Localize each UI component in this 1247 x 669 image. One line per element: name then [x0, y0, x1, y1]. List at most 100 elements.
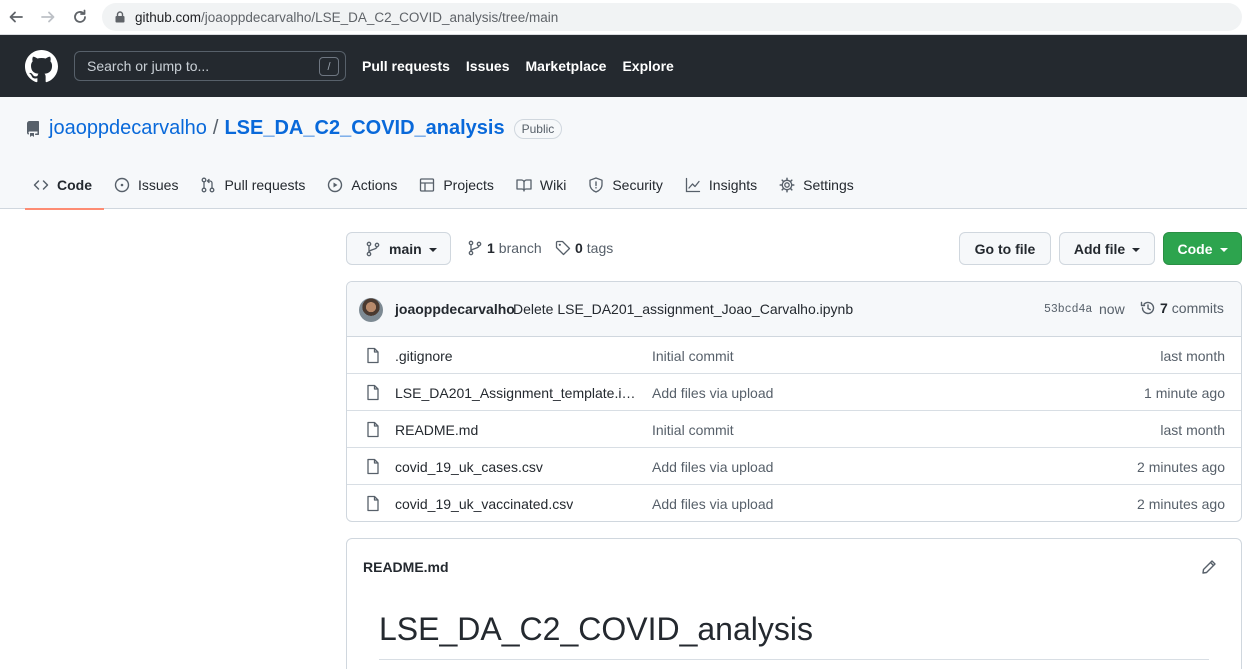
url-host: github.com: [135, 9, 202, 25]
file-age: 2 minutes ago: [1137, 496, 1225, 512]
tab-settings-label: Settings: [803, 177, 854, 193]
search-input[interactable]: [87, 58, 307, 74]
play-icon: [328, 177, 343, 193]
file-name-link[interactable]: covid_19_uk_cases.csv: [395, 459, 543, 475]
branches-link[interactable]: 1 branch: [467, 240, 542, 256]
code-icon: [33, 180, 49, 190]
file-name-link[interactable]: .gitignore: [395, 348, 453, 364]
repo-name-link[interactable]: LSE_DA_C2_COVID_analysis: [224, 117, 504, 140]
url-path: /joaoppdecarvalho/LSE_DA_C2_COVID_analys…: [201, 9, 559, 25]
code-button[interactable]: Code: [1163, 232, 1242, 265]
file-icon: [367, 495, 379, 512]
file-navigation: main 1 branch 0 tags Go to file Add file…: [346, 232, 1242, 266]
pull-request-icon: [202, 177, 215, 193]
global-search[interactable]: /: [74, 51, 346, 81]
table-row: README.md Initial commit last month: [347, 411, 1241, 448]
tab-projects-label: Projects: [443, 177, 494, 193]
table-row: covid_19_uk_cases.csv Add files via uplo…: [347, 448, 1241, 485]
branch-select-button[interactable]: main: [346, 232, 451, 265]
tab-settings[interactable]: Settings: [771, 167, 866, 209]
reload-icon[interactable]: [68, 5, 92, 29]
repo-path-separator: /: [212, 117, 219, 139]
chevron-down-icon: [1219, 247, 1228, 252]
tab-insights[interactable]: Insights: [677, 167, 769, 209]
nav-marketplace[interactable]: Marketplace: [526, 58, 607, 74]
add-file-button[interactable]: Add file: [1059, 232, 1155, 265]
file-icon: [367, 458, 379, 475]
global-nav: Pull requests Issues Marketplace Explore: [362, 35, 674, 97]
file-age: 2 minutes ago: [1137, 459, 1225, 475]
lock-icon: [115, 11, 125, 23]
file-age: last month: [1160, 348, 1225, 364]
gear-icon: [779, 177, 795, 193]
tab-code[interactable]: Code: [25, 167, 104, 210]
tab-pull-requests[interactable]: Pull requests: [192, 167, 317, 209]
browser-toolbar: github.com/joaoppdecarvalho/LSE_DA_C2_CO…: [0, 0, 1247, 35]
nav-explore[interactable]: Explore: [622, 58, 673, 74]
repo-tabs: Code Issues Pull requests Actions Projec…: [25, 167, 868, 210]
tab-issues[interactable]: Issues: [106, 167, 190, 209]
file-commit-message-link[interactable]: Add files via upload: [652, 496, 773, 512]
file-icon: [367, 384, 379, 401]
pencil-icon[interactable]: [1201, 559, 1217, 575]
tab-actions-label: Actions: [351, 177, 398, 193]
commit-author-link[interactable]: joaoppdecarvalho: [395, 301, 515, 317]
back-arrow-icon[interactable]: [4, 5, 28, 29]
repo-owner-link[interactable]: joaoppdecarvalho: [49, 117, 207, 140]
commit-count: 7: [1160, 300, 1168, 316]
chevron-down-icon: [1132, 247, 1141, 252]
table-row: covid_19_uk_vaccinated.csv Add files via…: [347, 485, 1241, 521]
chevron-down-icon: [428, 247, 437, 252]
github-logo-icon[interactable]: [25, 50, 58, 83]
table-icon: [420, 178, 435, 192]
github-header: / Pull requests Issues Marketplace Explo…: [0, 35, 1247, 97]
tag-icon: [555, 240, 571, 256]
file-name-link[interactable]: README.md: [395, 422, 478, 438]
file-name-link[interactable]: LSE_DA201_Assignment_template.ipynb: [395, 385, 637, 401]
commit-message-link[interactable]: Delete LSE_DA201_assignment_Joao_Carvalh…: [513, 301, 853, 317]
avatar[interactable]: [359, 298, 383, 322]
file-age: last month: [1160, 422, 1225, 438]
repo-icon: [26, 120, 39, 137]
file-name-link[interactable]: covid_19_uk_vaccinated.csv: [395, 496, 573, 512]
search-shortcut-key: /: [319, 57, 339, 76]
tab-security[interactable]: Security: [580, 167, 675, 209]
commits-history-link[interactable]: 7 commits: [1140, 300, 1224, 316]
file-commit-message-link[interactable]: Initial commit: [652, 422, 734, 438]
branch-icon: [468, 240, 482, 256]
repo-title: joaoppdecarvalho / LSE_DA_C2_COVID_analy…: [25, 117, 563, 140]
readme-heading: LSE_DA_C2_COVID_analysis: [379, 611, 813, 647]
nav-issues[interactable]: Issues: [466, 58, 510, 74]
repo-header: joaoppdecarvalho / LSE_DA_C2_COVID_analy…: [0, 97, 1247, 210]
address-bar[interactable]: github.com/joaoppdecarvalho/LSE_DA_C2_CO…: [102, 3, 1242, 31]
tab-actions[interactable]: Actions: [319, 167, 409, 209]
file-commit-message-link[interactable]: Initial commit: [652, 348, 734, 364]
tab-issues-label: Issues: [138, 177, 179, 193]
tab-security-label: Security: [612, 177, 663, 193]
file-age: 1 minute ago: [1144, 385, 1225, 401]
file-commit-message-link[interactable]: Add files via upload: [652, 385, 773, 401]
tab-wiki[interactable]: Wiki: [508, 167, 578, 209]
issue-icon: [114, 177, 130, 193]
table-row: LSE_DA201_Assignment_template.ipynb Add …: [347, 374, 1241, 411]
forward-arrow-icon[interactable]: [36, 5, 60, 29]
add-file-label: Add file: [1073, 240, 1126, 257]
branch-count: 1: [487, 240, 495, 256]
tags-link[interactable]: 0 tags: [555, 240, 613, 256]
file-commit-message-link[interactable]: Add files via upload: [652, 459, 773, 475]
graph-icon: [685, 177, 701, 193]
go-to-file-button[interactable]: Go to file: [959, 232, 1051, 265]
tag-count: 0: [575, 240, 583, 256]
shield-icon: [589, 177, 603, 193]
nav-pull-requests[interactable]: Pull requests: [362, 58, 450, 74]
latest-commit-row: joaoppdecarvalho Delete LSE_DA201_assign…: [347, 282, 1241, 337]
commit-count-label: commits: [1171, 300, 1224, 316]
history-icon: [1140, 301, 1155, 315]
tab-projects[interactable]: Projects: [411, 167, 506, 209]
tab-wiki-label: Wiki: [539, 177, 567, 193]
file-list: joaoppdecarvalho Delete LSE_DA201_assign…: [346, 281, 1242, 522]
commit-sha-link[interactable]: 53bcd4a: [1044, 303, 1092, 316]
readme-filename: README.md: [363, 559, 449, 575]
tag-count-label: tags: [586, 240, 614, 256]
visibility-badge: Public: [513, 118, 563, 139]
